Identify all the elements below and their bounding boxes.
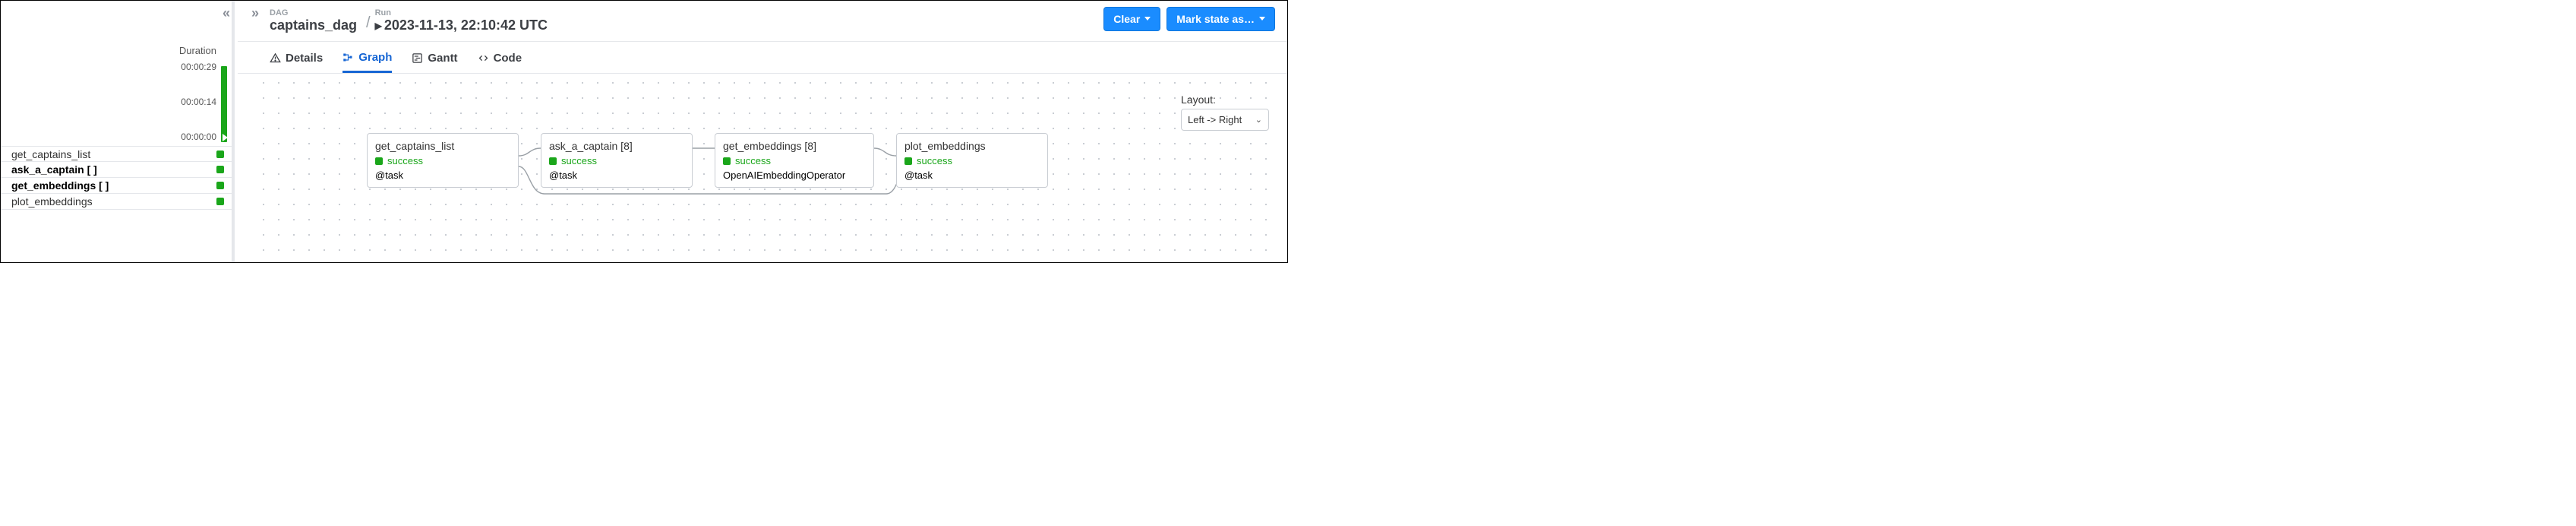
task-row-label: plot_embeddings — [11, 195, 93, 208]
node-status: success — [375, 155, 510, 166]
graph-canvas[interactable]: Layout: Left -> Right ⌄ get_captains_lis… — [256, 75, 1280, 259]
gantt-icon — [412, 52, 423, 64]
status-success-icon — [549, 157, 557, 165]
breadcrumb-small: Run — [375, 8, 548, 17]
clear-button[interactable]: Clear — [1103, 7, 1160, 31]
tab-label: Code — [494, 52, 522, 65]
node-title: get_captains_list — [375, 140, 510, 152]
tab-graph[interactable]: Graph — [343, 51, 392, 73]
header-buttons: Clear Mark state as… — [1103, 7, 1278, 31]
breadcrumb-dag[interactable]: DAG captains_dag — [270, 8, 357, 33]
node-meta: @task — [549, 170, 684, 181]
code-icon — [478, 52, 489, 64]
left-grid-panel: « Duration 00:00:29 00:00:14 00:00:00 ge… — [1, 1, 235, 262]
tab-label: Gantt — [428, 52, 457, 65]
node-title: plot_embeddings — [904, 140, 1040, 152]
node-status-text: success — [387, 155, 423, 166]
task-row-ask-a-captain[interactable]: ask_a_captain [ ] — [1, 162, 232, 178]
node-ask-a-captain[interactable]: ask_a_captain [8] success @task — [541, 133, 693, 188]
tab-label: Details — [286, 52, 323, 65]
graph-icon — [343, 52, 354, 63]
status-success-icon — [216, 166, 224, 173]
node-status: success — [549, 155, 684, 166]
tab-details[interactable]: Details — [270, 51, 323, 73]
duration-tick: 00:00:00 — [181, 132, 216, 142]
tab-bar: Details Graph Gantt Code — [238, 42, 1287, 74]
duration-tick: 00:00:14 — [181, 97, 216, 107]
layout-label: Layout: — [1181, 93, 1269, 106]
breadcrumb-big: ▶2023-11-13, 22:10:42 UTC — [375, 17, 548, 33]
task-row-label: get_embeddings [ ] — [11, 179, 109, 192]
task-row-plot-embeddings[interactable]: plot_embeddings — [1, 194, 232, 210]
layout-control: Layout: Left -> Right ⌄ — [1181, 93, 1269, 131]
mark-state-button-label: Mark state as… — [1176, 13, 1255, 25]
warning-icon — [270, 52, 281, 64]
clear-button-label: Clear — [1113, 13, 1140, 25]
status-success-icon — [216, 151, 224, 158]
node-status-text: success — [561, 155, 597, 166]
task-row-label: get_captains_list — [11, 148, 90, 160]
task-row-get-embeddings[interactable]: get_embeddings [ ] — [1, 178, 232, 194]
mark-state-button[interactable]: Mark state as… — [1166, 7, 1275, 31]
node-status-text: success — [735, 155, 771, 166]
node-status-text: success — [917, 155, 952, 166]
node-plot-embeddings[interactable]: plot_embeddings success @task — [896, 133, 1048, 188]
breadcrumb-big: captains_dag — [270, 17, 357, 33]
layout-select[interactable]: Left -> Right ⌄ — [1181, 109, 1269, 131]
play-icon: ▶ — [375, 21, 382, 31]
breadcrumb-small: DAG — [270, 8, 357, 17]
duration-axis: 00:00:29 00:00:14 00:00:00 — [185, 59, 227, 142]
node-title: ask_a_captain [8] — [549, 140, 684, 152]
run-duration-bar[interactable] — [221, 66, 227, 142]
chevron-down-icon — [1144, 17, 1151, 21]
status-success-icon — [216, 198, 224, 205]
node-meta: @task — [904, 170, 1040, 181]
breadcrumb-run-text: 2023-11-13, 22:10:42 UTC — [384, 17, 548, 33]
node-status: success — [904, 155, 1040, 166]
chevron-down-icon: ⌄ — [1255, 115, 1262, 125]
status-success-icon — [723, 157, 731, 165]
breadcrumb-header: DAG captains_dag / Run ▶2023-11-13, 22:1… — [238, 1, 1287, 42]
scrub-handle-icon[interactable] — [223, 134, 228, 141]
node-get-captains-list[interactable]: get_captains_list success @task — [367, 133, 519, 188]
task-row-get-captains-list[interactable]: get_captains_list — [1, 146, 232, 162]
status-success-icon — [375, 157, 383, 165]
node-get-embeddings[interactable]: get_embeddings [8] success OpenAIEmbeddi… — [715, 133, 874, 188]
chevron-down-icon — [1259, 17, 1265, 21]
status-success-icon — [904, 157, 912, 165]
duration-tick: 00:00:29 — [181, 62, 216, 72]
node-meta: @task — [375, 170, 510, 181]
task-row-label: ask_a_captain [ ] — [11, 163, 97, 176]
node-title: get_embeddings [8] — [723, 140, 866, 152]
status-success-icon — [216, 182, 224, 189]
tab-code[interactable]: Code — [478, 51, 522, 73]
right-detail-panel: » DAG captains_dag / Run ▶2023-11-13, 22… — [238, 1, 1287, 262]
tab-label: Graph — [358, 51, 392, 64]
node-meta: OpenAIEmbeddingOperator — [723, 170, 866, 181]
task-list: get_captains_list ask_a_captain [ ] get_… — [1, 146, 232, 210]
tab-gantt[interactable]: Gantt — [412, 51, 457, 73]
node-status: success — [723, 155, 866, 166]
expand-right-icon[interactable]: » — [251, 5, 259, 21]
duration-label: Duration — [179, 45, 216, 56]
breadcrumb-run[interactable]: Run ▶2023-11-13, 22:10:42 UTC — [375, 8, 548, 33]
collapse-left-icon[interactable]: « — [223, 5, 230, 21]
breadcrumb-sep: / — [366, 14, 371, 32]
layout-select-value: Left -> Right — [1188, 114, 1242, 125]
